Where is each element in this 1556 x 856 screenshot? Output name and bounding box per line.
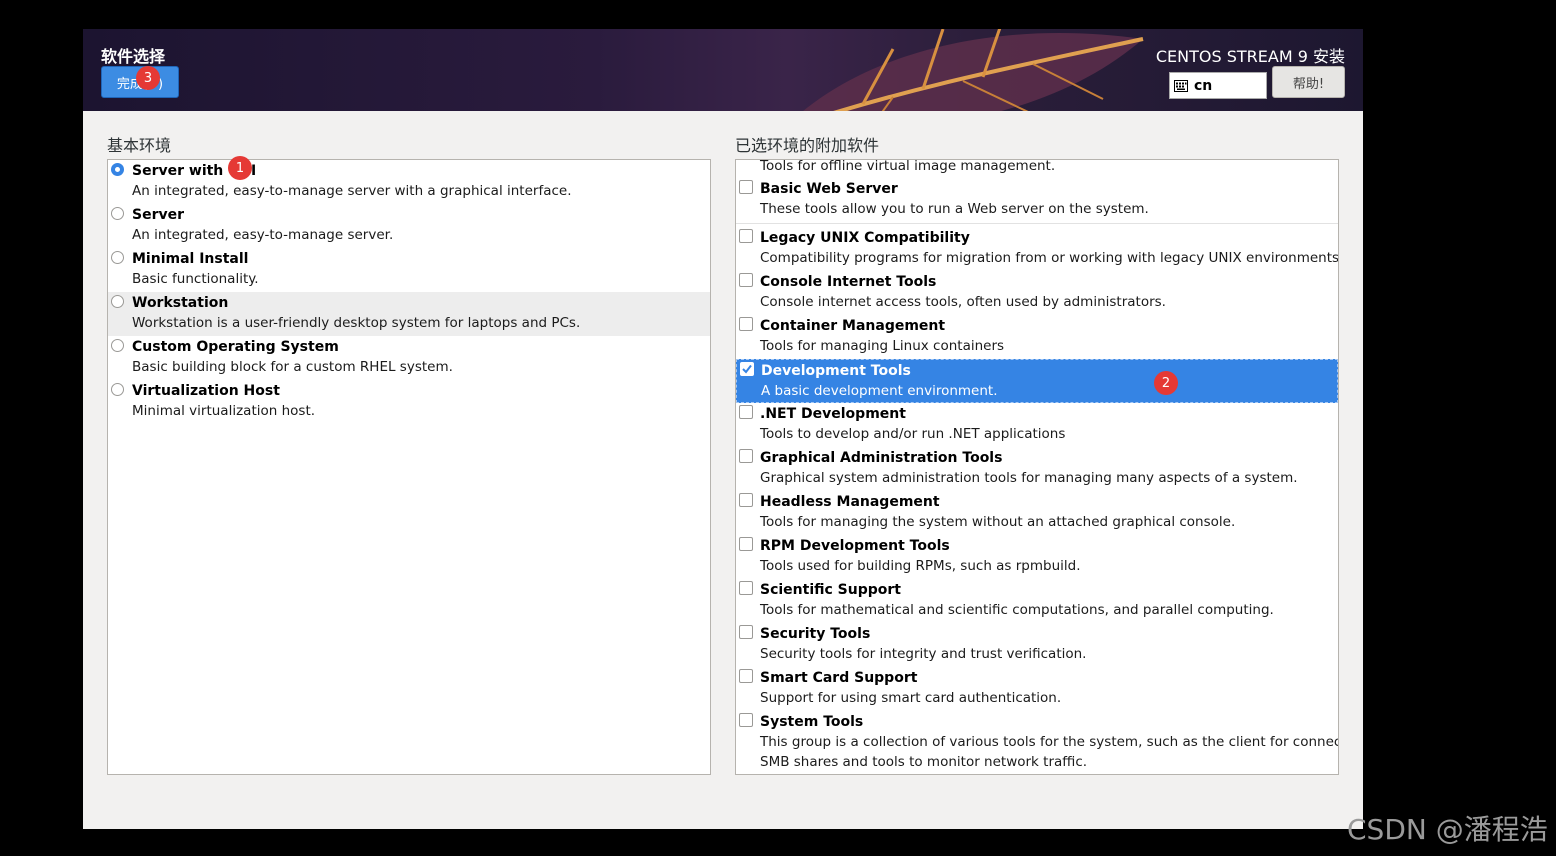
addon-title: Console Internet Tools: [760, 274, 937, 290]
checkbox[interactable]: [740, 362, 754, 376]
addon-row-headless-management[interactable]: Headless Management Tools for managing t…: [736, 491, 1338, 535]
radio-button[interactable]: [111, 339, 124, 352]
keyboard-layout-label: cn: [1194, 77, 1213, 94]
annotation-badge-3: 3: [136, 66, 160, 90]
radio-button[interactable]: [111, 383, 124, 396]
addon-row-system-tools[interactable]: System Tools This group is a collection …: [736, 711, 1339, 774]
checkbox[interactable]: [739, 405, 753, 419]
addon-row-container-management[interactable]: Container Management Tools for managing …: [736, 315, 1338, 359]
product-title: CENTOS STREAM 9 安装: [1155, 47, 1345, 66]
env-description: An integrated, easy-to-manage server.: [132, 227, 394, 243]
radio-button[interactable]: [111, 163, 124, 176]
addon-title: RPM Development Tools: [760, 538, 950, 554]
addon-description-line2: SMB shares and tools to monitor network …: [760, 754, 1088, 770]
env-row-custom-os[interactable]: Custom Operating System Basic building b…: [108, 336, 710, 380]
addon-row-scientific-support[interactable]: Scientific Support Tools for mathematica…: [736, 579, 1338, 623]
addon-title: Legacy UNIX Compatibility: [760, 230, 970, 246]
addon-title: Scientific Support: [760, 582, 901, 598]
env-title: Minimal Install: [132, 251, 249, 267]
keyboard-layout-indicator[interactable]: cn: [1169, 72, 1267, 99]
addon-title: .NET Development: [760, 406, 906, 422]
addon-row-development-tools[interactable]: Development Tools A basic development en…: [736, 359, 1338, 403]
addon-row-smart-card[interactable]: Smart Card Support Support for using sma…: [736, 667, 1338, 711]
checkbox[interactable]: [739, 537, 753, 551]
addons-heading: 已选环境的附加软件: [735, 136, 880, 155]
base-environment-list[interactable]: Server with GUI An integrated, easy-to-m…: [107, 159, 711, 775]
radio-button[interactable]: [111, 295, 124, 308]
annotation-badge-2: 2: [1154, 371, 1178, 395]
addon-partial-description: Tools for offline virtual image manageme…: [760, 159, 1056, 174]
radio-button[interactable]: [111, 251, 124, 264]
env-description: Basic building block for a custom RHEL s…: [132, 359, 453, 375]
header-leaf-artwork: [803, 29, 1144, 111]
addon-title: Basic Web Server: [760, 181, 898, 197]
checkmark-icon: [742, 364, 752, 374]
env-row-server[interactable]: Server An integrated, easy-to-manage ser…: [108, 204, 710, 248]
addon-description: A basic development environment.: [761, 383, 998, 399]
addon-description: Security tools for integrity and trust v…: [760, 646, 1087, 662]
addon-row-graphical-admin[interactable]: Graphical Administration Tools Graphical…: [736, 447, 1338, 491]
addon-title: Development Tools: [761, 363, 911, 379]
env-title: Custom Operating System: [132, 339, 339, 355]
installer-window: 软件选择 完成(D) CENTOS STREAM 9 安装 cn 帮助! 基本环…: [83, 29, 1363, 829]
checkbox[interactable]: [739, 493, 753, 507]
addon-row-rpm-development[interactable]: RPM Development Tools Tools used for bui…: [736, 535, 1338, 579]
env-row-workstation[interactable]: Workstation Workstation is a user-friend…: [108, 292, 710, 336]
addon-description: Tools used for building RPMs, such as rp…: [760, 558, 1081, 574]
addon-description: These tools allow you to run a Web serve…: [760, 201, 1149, 217]
addon-description: Graphical system administration tools fo…: [760, 470, 1298, 486]
addon-row-dotnet-development[interactable]: .NET Development Tools to develop and/or…: [736, 403, 1338, 447]
addon-description: Support for using smart card authenticat…: [760, 690, 1062, 706]
checkbox[interactable]: [739, 449, 753, 463]
addon-description: Tools for mathematical and scientific co…: [760, 602, 1274, 618]
addon-title: System Tools: [760, 714, 864, 730]
env-description: Basic functionality.: [132, 271, 259, 287]
env-row-minimal-install[interactable]: Minimal Install Basic functionality.: [108, 248, 710, 292]
addon-title: Container Management: [760, 318, 946, 334]
header-bar: 软件选择 完成(D) CENTOS STREAM 9 安装 cn 帮助!: [83, 29, 1363, 111]
addon-description: Compatibility programs for migration fro…: [760, 250, 1339, 266]
checkbox[interactable]: [739, 317, 753, 331]
addon-title: Security Tools: [760, 626, 871, 642]
env-description: An integrated, easy-to-manage server wit…: [132, 183, 572, 199]
list-separator: [736, 223, 1338, 224]
addon-row-security-tools[interactable]: Security Tools Security tools for integr…: [736, 623, 1338, 667]
addon-title: Headless Management: [760, 494, 940, 510]
checkbox[interactable]: [739, 229, 753, 243]
addon-title: Graphical Administration Tools: [760, 450, 1003, 466]
env-description: Minimal virtualization host.: [132, 403, 316, 419]
env-title: Virtualization Host: [132, 383, 280, 399]
checkbox[interactable]: [739, 273, 753, 287]
addon-description: Tools for managing the system without an…: [760, 514, 1236, 530]
keyboard-icon: [1174, 79, 1188, 92]
checkbox[interactable]: [739, 180, 753, 194]
env-row-server-with-gui[interactable]: Server with GUI An integrated, easy-to-m…: [108, 160, 710, 204]
addon-description: This group is a collection of various to…: [760, 734, 1339, 750]
addon-row-basic-web-server[interactable]: Basic Web Server These tools allow you t…: [736, 178, 1338, 222]
checkbox[interactable]: [739, 625, 753, 639]
addon-software-list[interactable]: Tools for offline virtual image manageme…: [735, 159, 1339, 775]
addon-description: Tools for managing Linux containers: [760, 338, 1005, 354]
env-title: Workstation: [132, 295, 229, 311]
env-description: Workstation is a user-friendly desktop s…: [132, 315, 581, 331]
env-title: Server: [132, 207, 185, 223]
base-environment-heading: 基本环境: [107, 136, 172, 155]
addon-description: Tools to develop and/or run .NET applica…: [760, 426, 1066, 442]
addon-row-console-internet[interactable]: Console Internet Tools Console internet …: [736, 271, 1338, 315]
annotation-badge-1: 1: [228, 156, 252, 180]
checkbox[interactable]: [739, 713, 753, 727]
radio-button[interactable]: [111, 207, 124, 220]
help-button[interactable]: 帮助!: [1272, 66, 1345, 98]
addon-description: Console internet access tools, often use…: [760, 294, 1166, 310]
addon-title: Smart Card Support: [760, 670, 918, 686]
csdn-watermark: CSDN @潘程浩: [1347, 813, 1548, 846]
spoke-title: 软件选择: [101, 47, 166, 66]
addon-row-legacy-unix[interactable]: Legacy UNIX Compatibility Compatibility …: [736, 227, 1338, 271]
checkbox[interactable]: [739, 669, 753, 683]
env-row-virtualization-host[interactable]: Virtualization Host Minimal virtualizati…: [108, 380, 710, 424]
checkbox[interactable]: [739, 581, 753, 595]
